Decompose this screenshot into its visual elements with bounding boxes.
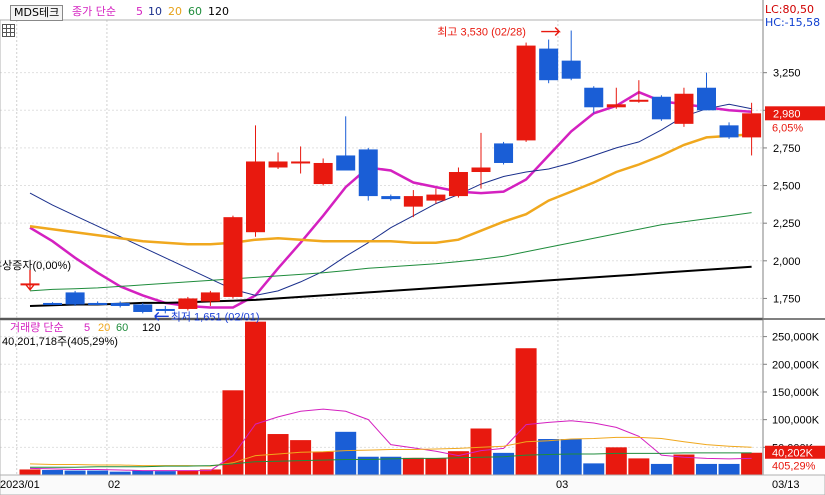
issue-annotation: 유상증자(0,00%) bbox=[0, 259, 71, 272]
lc-value: LC:80,50 bbox=[765, 3, 815, 16]
volume-bar bbox=[19, 469, 41, 475]
volume-bar bbox=[425, 458, 447, 475]
volume-ma-label-60: 60 bbox=[116, 322, 128, 334]
stock-name[interactable]: MDS테크 bbox=[10, 5, 64, 21]
candle-body bbox=[448, 172, 468, 197]
candle-body bbox=[719, 125, 739, 138]
volume-bar bbox=[583, 463, 605, 475]
volume-bar bbox=[290, 440, 312, 475]
volume-bar bbox=[87, 470, 109, 475]
stock-chart: 3,2503,0002,7502,5002,2502,0001,750250,0… bbox=[0, 0, 825, 495]
price-tick-label: 2,250 bbox=[773, 218, 801, 230]
candle-body bbox=[358, 149, 378, 197]
x-axis-label: 03/13 bbox=[772, 479, 800, 491]
candle-body bbox=[606, 104, 626, 108]
volume-title: 거래량 단순 bbox=[10, 321, 64, 334]
price-tick-label: 2,750 bbox=[773, 143, 801, 155]
last-volume-label: 40,202K bbox=[772, 448, 814, 460]
ma-label-60[interactable]: 60 bbox=[188, 5, 202, 19]
candle-body bbox=[629, 99, 649, 102]
candle-body bbox=[516, 45, 536, 141]
price-tick-label: 2,000 bbox=[773, 256, 801, 268]
volume-bar bbox=[132, 470, 154, 475]
volume-tick-label: 150,000K bbox=[772, 387, 820, 399]
candle-body bbox=[336, 155, 356, 171]
volume-bar bbox=[154, 471, 176, 475]
chart-header: MDS테크 종가 단순 5 10 20 60 120 LC:80,50 HC:-… bbox=[0, 0, 825, 29]
candle-body bbox=[742, 113, 762, 138]
last-volume-change: 405,29% bbox=[772, 461, 816, 473]
volume-tick-label: 200,000K bbox=[772, 359, 820, 371]
hc-value: HC:-15,58 bbox=[765, 16, 821, 29]
last-price-label: 2,980 bbox=[773, 108, 801, 120]
candle-body bbox=[313, 162, 333, 185]
volume-bar bbox=[245, 321, 266, 475]
volume-bar bbox=[538, 439, 560, 475]
volume-tick-label: 250,000K bbox=[772, 332, 820, 344]
volume-ma-label-120: 120 bbox=[142, 322, 160, 334]
price-tick-label: 2,500 bbox=[773, 181, 801, 193]
price-tick-label: 3,250 bbox=[773, 68, 801, 80]
candle-body bbox=[471, 167, 491, 173]
volume-ma-label-5: 5 bbox=[84, 322, 90, 334]
volume-bar bbox=[177, 470, 199, 475]
ma-label-10[interactable]: 10 bbox=[148, 5, 162, 19]
volume-bar bbox=[447, 451, 469, 475]
candle-body bbox=[200, 292, 220, 302]
volume-bar bbox=[42, 470, 64, 475]
volume-bar bbox=[628, 458, 650, 475]
volume-bar bbox=[335, 431, 357, 475]
candle-body bbox=[178, 298, 198, 309]
ma-label-20[interactable]: 20 bbox=[168, 5, 182, 19]
high-annotation: 최고 3,530 (02/28) bbox=[437, 26, 526, 39]
candle-body bbox=[674, 93, 694, 124]
candle-body bbox=[403, 196, 423, 207]
x-axis-label: 2023/01 bbox=[0, 479, 40, 491]
candle-body bbox=[584, 87, 604, 108]
volume-bar bbox=[741, 452, 763, 475]
candle-body bbox=[426, 194, 446, 201]
x-axis-strip bbox=[0, 474, 825, 495]
candle-body bbox=[223, 217, 243, 297]
volume-bar bbox=[718, 463, 740, 475]
candle-body bbox=[110, 302, 130, 306]
change-label: 6,05% bbox=[772, 122, 803, 134]
candle-body bbox=[133, 304, 153, 312]
volume-bar bbox=[696, 463, 717, 475]
volume-ma-label-20: 20 bbox=[98, 322, 110, 334]
candle-body bbox=[494, 143, 514, 163]
candle-body bbox=[43, 302, 63, 305]
candle-body bbox=[65, 292, 85, 305]
table-grid-icon[interactable] bbox=[2, 24, 15, 37]
candle-body bbox=[651, 96, 671, 120]
ma-label-120[interactable]: 120 bbox=[208, 5, 229, 19]
volume-bar bbox=[64, 470, 86, 475]
candle-body bbox=[88, 302, 108, 305]
candle-body bbox=[697, 87, 716, 111]
candle-body bbox=[381, 196, 401, 200]
volume-bar bbox=[312, 451, 334, 475]
volume-tick-label: 100,000K bbox=[772, 415, 820, 427]
ma-label-5[interactable]: 5 bbox=[136, 5, 143, 19]
volume-bar bbox=[402, 457, 424, 475]
candle-body bbox=[539, 48, 559, 81]
candle-body bbox=[246, 161, 265, 233]
chart-background bbox=[0, 0, 825, 495]
candle-body bbox=[291, 161, 311, 164]
candle-body bbox=[268, 161, 288, 168]
price-tick-label: 1,750 bbox=[773, 293, 801, 305]
low-annotation: 최저 1,651 (02/01) bbox=[171, 310, 260, 323]
x-axis-label: 03 bbox=[556, 479, 568, 491]
candle-body bbox=[561, 60, 581, 79]
volume-bar bbox=[605, 447, 627, 475]
volume-bar bbox=[560, 439, 582, 475]
ma-title: 종가 단순 bbox=[72, 5, 116, 18]
volume-bar bbox=[650, 463, 672, 475]
x-axis-label: 02 bbox=[108, 479, 120, 491]
volume-value-label: 40,201,718주(405,29%) bbox=[2, 336, 118, 348]
